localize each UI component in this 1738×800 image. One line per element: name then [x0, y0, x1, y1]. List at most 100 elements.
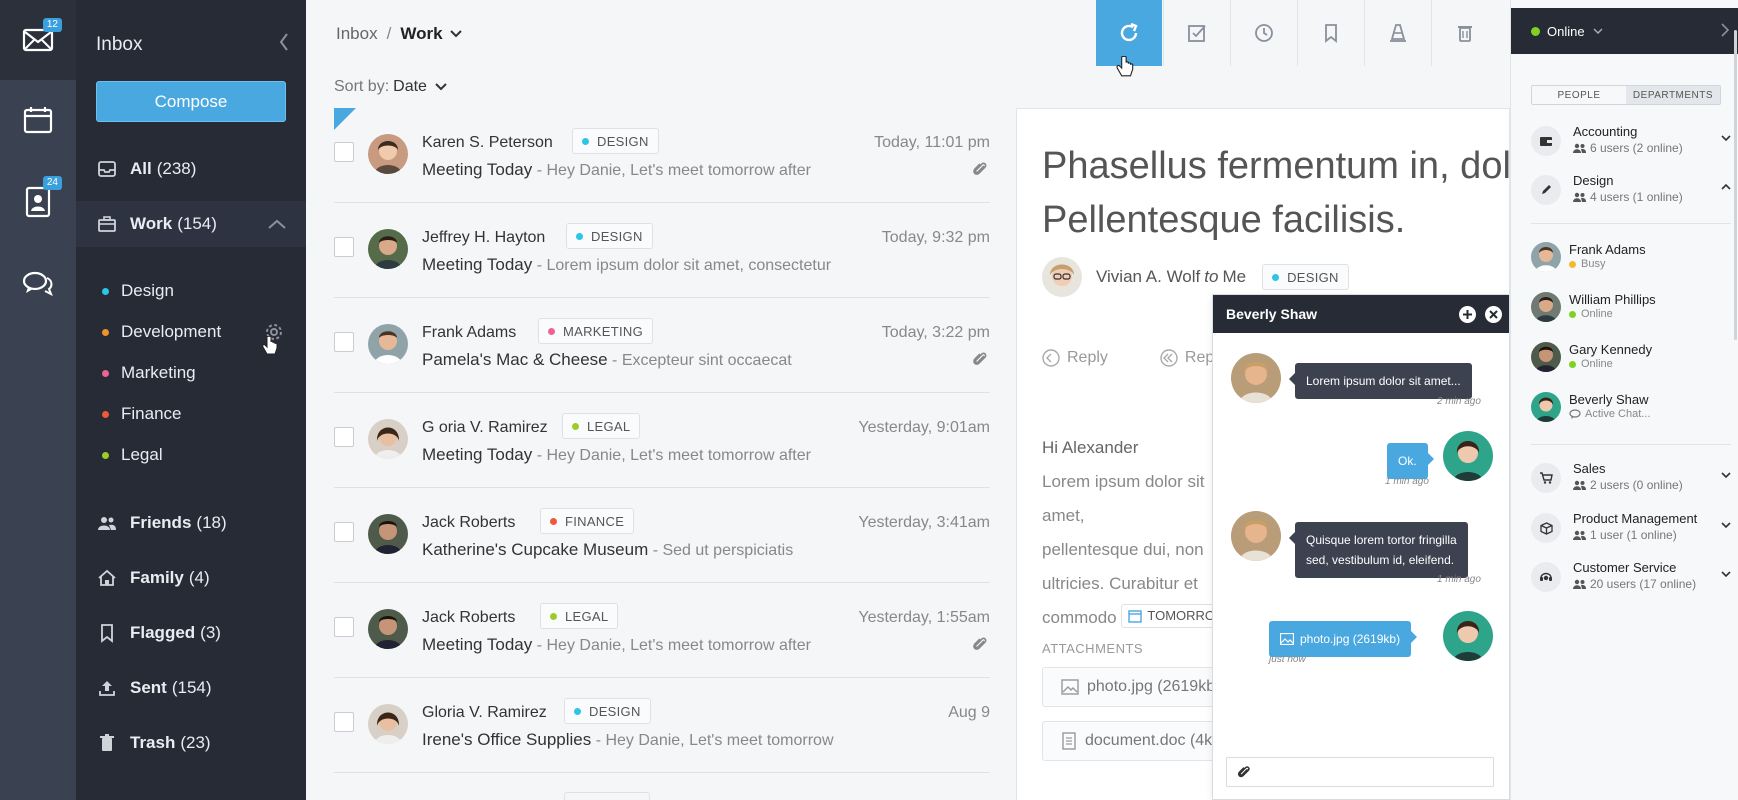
message-row[interactable]: Jeffrey H. Hayton DESIGN Meeting Today -… — [334, 203, 990, 298]
chat-header: Beverly Shaw — [1213, 295, 1509, 333]
chevron-down-icon[interactable] — [1721, 564, 1731, 582]
message-row[interactable]: Jack Roberts FINANCE Katherine's Cupcake… — [334, 488, 990, 583]
folder-trash[interactable]: Trash (23) — [76, 724, 306, 762]
mail-badge: 12 — [42, 18, 62, 32]
message-row[interactable]: Gloria V. Ramirez DESIGN Irene's Office … — [334, 678, 990, 773]
chat-attachment-message[interactable]: photo.jpg (2619kb) — [1269, 621, 1418, 657]
chevron-down-icon[interactable] — [1721, 515, 1731, 533]
calendar-icon[interactable] — [18, 100, 58, 140]
message-checkbox[interactable] — [334, 237, 354, 257]
chat-timestamp: just now — [1269, 654, 1306, 665]
message-time: Today, 11:01 pm — [874, 134, 990, 151]
chat-icon[interactable] — [18, 264, 58, 304]
person-item[interactable]: Beverly Shaw Active Chat... — [1531, 392, 1731, 428]
department-design[interactable]: Design 4 users (1 online) — [1531, 173, 1731, 213]
wallet-icon — [1531, 126, 1561, 156]
message-row[interactable]: Frank Adams MARKETING Pamela's Mac & Che… — [334, 298, 990, 393]
reply-button[interactable]: Reply — [1042, 349, 1134, 367]
email-tag[interactable]: DESIGN — [1262, 264, 1349, 290]
contacts-icon[interactable]: 24 — [18, 176, 62, 222]
person-item[interactable]: Gary Kennedy Online — [1531, 342, 1731, 378]
chat-window: Beverly Shaw Lorem ipsum dolor sit amet.… — [1212, 294, 1510, 800]
divider — [1531, 444, 1731, 445]
tab-departments[interactable]: DEPARTMENTS — [1626, 86, 1720, 104]
message-checkbox[interactable] — [334, 712, 354, 732]
message-tag[interactable]: FINANCE — [540, 508, 635, 534]
chat-title: Beverly Shaw — [1226, 306, 1318, 322]
collapse-sidebar-button[interactable] — [272, 30, 296, 54]
message-row[interactable]: Karen S. Peterson DESIGN Meeting Today -… — [334, 108, 990, 203]
folder-family[interactable]: Family (4) — [76, 559, 306, 597]
message-tag[interactable]: LEGAL — [540, 603, 619, 629]
paperclip-icon — [972, 160, 988, 183]
person-item[interactable]: William Phillips Online — [1531, 292, 1731, 328]
message-checkbox[interactable] — [334, 427, 354, 447]
person-item[interactable]: Frank Adams Busy — [1531, 242, 1731, 278]
label-legal[interactable]: Legal — [102, 445, 163, 465]
message-row[interactable]: G oria V. Ramirez LEGAL Meeting Today - … — [334, 393, 990, 488]
email-line: Lorem ipsum dolor sit amet, — [1042, 472, 1205, 525]
tag-dot — [550, 517, 557, 525]
department-accounting[interactable]: Accounting 6 users (2 online) — [1531, 124, 1731, 164]
tag-label: DESIGN — [1287, 269, 1339, 285]
label-design[interactable]: Design — [102, 281, 174, 301]
chat-add-button[interactable] — [1459, 306, 1476, 323]
chevron-up-icon[interactable] — [1721, 177, 1731, 195]
folder-count: (23) — [180, 733, 211, 752]
department-sales[interactable]: Sales 2 users (0 online) — [1531, 461, 1731, 501]
status-selector[interactable]: Online — [1511, 8, 1738, 54]
department-customer-service[interactable]: Customer Service 20 users (17 online) — [1531, 560, 1731, 600]
snooze-button[interactable] — [1230, 0, 1296, 66]
sort-value[interactable]: Date — [393, 78, 427, 96]
chat-avatar — [1443, 611, 1493, 661]
message-tag[interactable]: MARKETING — [538, 318, 653, 344]
sort-control[interactable]: Sort by: Date — [334, 78, 447, 96]
folder-friends[interactable]: Friends (18) — [76, 504, 306, 542]
label-development[interactable]: Development — [102, 322, 221, 342]
folder-work[interactable]: Work (154) — [76, 201, 306, 247]
message-tag[interactable]: DESIGN — [564, 698, 651, 724]
breadcrumb-root[interactable]: Inbox — [336, 24, 378, 44]
refresh-icon — [1120, 22, 1138, 42]
mark-done-button[interactable] — [1163, 0, 1229, 66]
chat-close-button[interactable] — [1485, 306, 1502, 323]
status-dot — [1569, 310, 1576, 318]
folder-all[interactable]: All (238) — [76, 150, 306, 188]
message-checkbox[interactable] — [334, 522, 354, 542]
person-status: Active Chat... — [1569, 408, 1650, 420]
spam-button[interactable] — [1364, 0, 1430, 66]
chevron-right-icon — [1721, 22, 1730, 37]
mail-icon[interactable]: 12 — [18, 18, 62, 60]
folder-sent[interactable]: Sent (154) — [76, 669, 306, 707]
label-finance[interactable]: Finance — [102, 404, 181, 424]
document-icon — [1062, 732, 1076, 750]
message-checkbox[interactable] — [334, 332, 354, 352]
label-marketing[interactable]: Marketing — [102, 363, 196, 383]
message-row[interactable]: Jack Roberts LEGAL Meeting Today - Hey D… — [334, 583, 990, 678]
delete-button[interactable] — [1431, 0, 1497, 66]
message-tag[interactable]: DESIGN — [566, 223, 653, 249]
compose-button[interactable]: Compose — [96, 81, 286, 122]
message-tag[interactable]: LEGAL — [562, 413, 641, 439]
breadcrumb-current[interactable]: Work — [400, 24, 442, 44]
chevron-down-icon[interactable] — [1721, 128, 1731, 146]
message-checkbox[interactable] — [334, 142, 354, 162]
message-checkbox[interactable] — [334, 617, 354, 637]
department-product-management[interactable]: Product Management 1 user (1 online) — [1531, 511, 1731, 551]
chevron-up-icon[interactable] — [268, 214, 286, 234]
chat-message-line: sed, vestibulum id, eleifend. — [1306, 553, 1455, 567]
expand-panel-button[interactable] — [1721, 22, 1730, 40]
department-count-text: 1 user (1 online) — [1590, 528, 1677, 542]
bookmark-icon — [1324, 24, 1337, 43]
chat-input[interactable] — [1226, 757, 1494, 787]
chevron-down-icon[interactable] — [1721, 465, 1731, 483]
folder-flagged[interactable]: Flagged (3) — [76, 614, 306, 652]
tab-people[interactable]: PEOPLE — [1532, 86, 1626, 104]
from-name[interactable]: Vivian A. Wolf — [1096, 267, 1200, 287]
email-line: pellentesque dui, non — [1042, 540, 1204, 559]
panel-scrollbar[interactable] — [1734, 30, 1737, 340]
tag-label: DESIGN — [597, 133, 649, 149]
bookmark-button[interactable] — [1297, 0, 1363, 66]
message-tag[interactable]: DESIGN — [572, 128, 659, 154]
chat-message: Quisque lorem tortor fringilla sed, vesti… — [1289, 522, 1468, 578]
